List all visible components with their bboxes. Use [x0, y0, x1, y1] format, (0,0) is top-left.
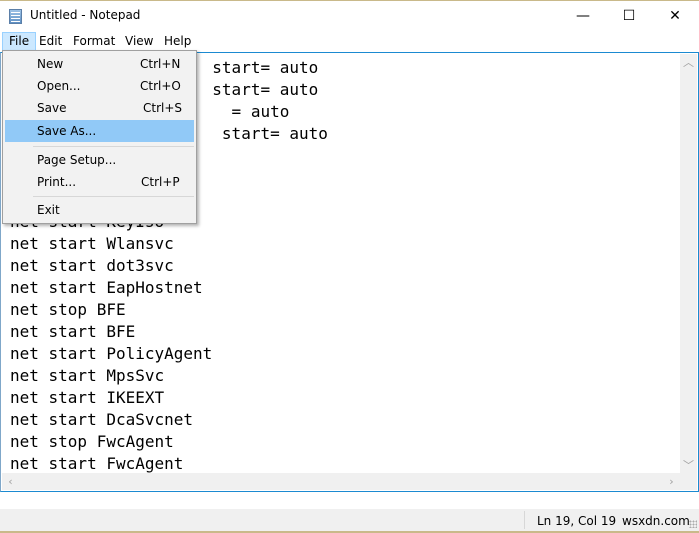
window-title: Untitled - Notepad	[30, 8, 141, 22]
minimize-button[interactable]: —	[560, 1, 606, 31]
text-line: net start EapHostnet	[10, 278, 203, 297]
menu-item-page-setup[interactable]: Page Setup...	[5, 149, 194, 171]
menu-bar: File Edit Format View Help	[0, 31, 699, 51]
text-line: net stop FwcAgent	[10, 432, 174, 451]
scroll-down-icon[interactable]: ﹀	[680, 457, 697, 474]
menu-item-save[interactable]: Save Ctrl+S	[5, 97, 194, 119]
resize-grip-icon[interactable]	[689, 520, 697, 528]
status-bar: Ln 19, Col 19 wsxdn.com	[0, 509, 699, 533]
scroll-left-icon[interactable]: ‹	[2, 473, 19, 490]
scroll-up-icon[interactable]: ︿	[680, 54, 697, 71]
text-line: net start FwcAgent	[10, 454, 184, 473]
text-line: net start MpsSvc	[10, 366, 165, 385]
text-line: net stop BFE	[10, 300, 126, 319]
file-menu-dropdown: New Ctrl+N Open... Ctrl+O Save Ctrl+S Sa…	[2, 50, 197, 224]
menu-item-open[interactable]: Open... Ctrl+O	[5, 75, 194, 97]
title-bar: Untitled - Notepad — ☐ ✕	[0, 1, 699, 31]
menu-item-new[interactable]: New Ctrl+N	[5, 53, 194, 75]
vertical-scrollbar[interactable]: ︿ ﹀	[680, 54, 697, 474]
horizontal-scrollbar[interactable]: ‹ ›	[2, 473, 680, 490]
menu-separator	[33, 146, 194, 147]
status-divider	[524, 511, 525, 529]
menu-separator	[33, 196, 194, 197]
menu-edit[interactable]: Edit	[33, 32, 68, 51]
text-line: net start Wlansvc	[10, 234, 174, 253]
menu-help[interactable]: Help	[158, 32, 197, 51]
text-line: net start IKEEXT	[10, 388, 165, 407]
menu-item-print[interactable]: Print... Ctrl+P	[5, 171, 194, 193]
cursor-position: Ln 19, Col 19	[537, 514, 617, 528]
notepad-icon	[9, 9, 22, 24]
menu-format[interactable]: Format	[67, 32, 121, 51]
text-line: net start dot3svc	[10, 256, 174, 275]
menu-item-exit[interactable]: Exit	[5, 199, 194, 221]
watermark: wsxdn.com	[622, 514, 690, 528]
menu-item-save-as[interactable]: Save As...	[5, 120, 194, 142]
scroll-right-icon[interactable]: ›	[663, 473, 680, 490]
close-button[interactable]: ✕	[652, 1, 698, 31]
menu-file[interactable]: File	[2, 32, 37, 51]
scrollbar-corner	[680, 473, 697, 490]
notepad-window: Untitled - Notepad — ☐ ✕ File Edit Forma…	[0, 0, 699, 533]
text-line: net start PolicyAgent	[10, 344, 213, 363]
text-line: net start BFE	[10, 322, 136, 341]
maximize-button[interactable]: ☐	[606, 1, 652, 31]
text-line: net start DcaSvcnet	[10, 410, 194, 429]
menu-view[interactable]: View	[119, 32, 159, 51]
